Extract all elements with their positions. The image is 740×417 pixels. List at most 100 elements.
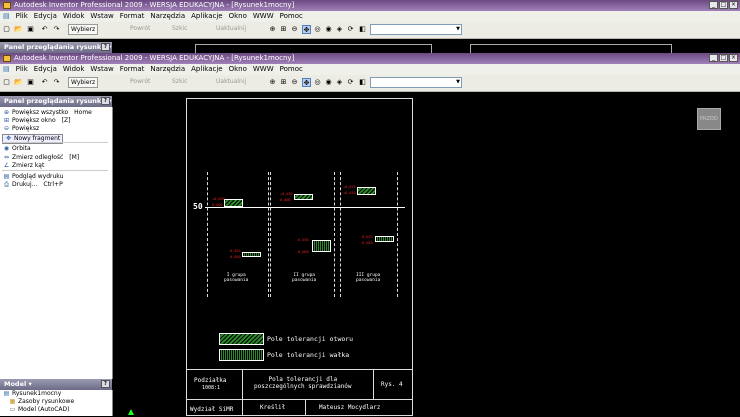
menu-item[interactable]: Widok xyxy=(60,64,88,75)
tree-item-resources[interactable]: ▦ Zasoby rysunkowe xyxy=(9,398,74,406)
browser-item[interactable]: ⊖ Powiększ xyxy=(3,125,39,133)
orbit-icon[interactable]: ◉ xyxy=(324,25,333,34)
model-panel-header: Model ▾ ? xyxy=(0,379,112,390)
zoom-all-icon[interactable]: ⊕ xyxy=(268,78,277,87)
new-icon[interactable]: ▢ xyxy=(2,78,11,87)
save-icon[interactable]: ▣ xyxy=(26,78,35,87)
menu-item[interactable]: WWW xyxy=(250,11,277,22)
maximize-button[interactable]: □ xyxy=(719,1,728,9)
new-icon[interactable]: ▢ xyxy=(2,25,11,34)
update-button[interactable]: Uaktualnij xyxy=(214,24,248,35)
redo-icon[interactable]: ↷ xyxy=(52,25,61,34)
browser-item-label: Powiększ wszystko xyxy=(12,109,69,116)
open-icon[interactable]: 📂 xyxy=(14,25,23,34)
return-button[interactable]: Powrót xyxy=(128,24,152,35)
design-view-dropdown[interactable]: ▼ xyxy=(370,77,462,88)
design-view-icon[interactable]: ◧ xyxy=(358,25,367,34)
browser-item-label: Zmierz odległość xyxy=(12,154,64,161)
sketch-button[interactable]: Szkic xyxy=(170,77,189,88)
undo-icon[interactable]: ↶ xyxy=(40,25,49,34)
group2-dash-left xyxy=(270,172,271,297)
shortcut-label: Ctrl+P xyxy=(43,181,63,188)
front-toolbar: ▢ 📂 ▣ ↶ ↷ Wybierz Powrót Szkic Uaktualnij ⊕ ⊞ ⊖ ✥ ◎ ◉ ◈… xyxy=(0,75,740,92)
design-view-dropdown[interactable]: ▼ xyxy=(370,24,462,35)
browser-item[interactable]: ⎙ Drukuj... Ctrl+P xyxy=(3,181,63,189)
tree-item-model[interactable]: ▭ Model (AutoCAD) xyxy=(9,406,70,414)
app-icon xyxy=(3,2,11,9)
nominal-label: 50 xyxy=(193,202,203,211)
zoom-selected-icon[interactable]: ◎ xyxy=(313,78,322,87)
select-button[interactable]: Wybierz xyxy=(68,24,99,35)
legend-shaft-label: Pole tolerancji wałka xyxy=(267,351,350,359)
sketch-button[interactable]: Szkic xyxy=(170,24,189,35)
menu-item[interactable]: Pomoc xyxy=(277,11,306,22)
browser-item[interactable]: ◉ Orbita xyxy=(3,145,31,153)
browser-item[interactable]: ∠ Zmierz kąt xyxy=(3,162,45,170)
browser-item[interactable]: ⇔ Zmierz odległość [M] xyxy=(3,154,79,162)
menu-item[interactable]: Edycja xyxy=(31,64,60,75)
open-icon[interactable]: 📂 xyxy=(14,78,23,87)
menu-item[interactable]: Wstaw xyxy=(87,64,116,75)
refresh-icon[interactable]: ⟳ xyxy=(346,25,355,34)
close-button[interactable]: × xyxy=(729,1,738,9)
menu-item[interactable]: Pomoc xyxy=(277,64,306,75)
panel-menu-button[interactable]: ? xyxy=(101,43,110,51)
orbit-icon[interactable]: ◉ xyxy=(324,78,333,87)
zoom-icon[interactable]: ⊖ xyxy=(290,78,299,87)
return-button[interactable]: Powrót xyxy=(128,77,152,88)
menu-item[interactable]: Okno xyxy=(226,11,250,22)
shaft-tolerance-bar xyxy=(242,252,261,257)
browser-item[interactable]: ⊞ Powiększ okno [Z] xyxy=(3,117,70,125)
menu-item[interactable]: Plik xyxy=(13,64,31,75)
menu-item[interactable]: Okno xyxy=(226,64,250,75)
back-browser-panel-header: Panel przeglądania rysunku ▾ ? xyxy=(0,42,112,53)
zoom-selected-icon[interactable]: ◎ xyxy=(313,25,322,34)
save-icon[interactable]: ▣ xyxy=(26,25,35,34)
minimize-button[interactable]: _ xyxy=(709,1,718,9)
browser-item-label: Nowy fragment xyxy=(14,135,61,142)
back-panel-title: Panel przeglądania rysunku xyxy=(4,43,106,51)
maximize-button[interactable]: □ xyxy=(719,54,728,62)
menu-item[interactable]: Edycja xyxy=(31,11,60,22)
menu-item[interactable]: Aplikacje xyxy=(188,64,225,75)
menu-item[interactable]: Widok xyxy=(60,11,88,22)
hole-tolerance-bar xyxy=(294,194,313,200)
pan-icon[interactable]: ✥ xyxy=(302,25,311,34)
zoom-window-icon[interactable]: ⊞ xyxy=(279,78,288,87)
browser-item[interactable]: ▤ Podgląd wydruku xyxy=(3,173,64,181)
browser-item[interactable]: ⊕ Powiększ wszystko Home xyxy=(3,109,92,117)
panel-menu-button[interactable]: ? xyxy=(101,97,110,105)
pan-icon[interactable]: ✥ xyxy=(302,78,311,87)
look-at-icon[interactable]: ◈ xyxy=(335,25,344,34)
menu-item[interactable]: Format xyxy=(117,64,148,75)
zoom-window-icon[interactable]: ⊞ xyxy=(279,25,288,34)
refresh-icon[interactable]: ⟳ xyxy=(346,78,355,87)
design-view-icon[interactable]: ◧ xyxy=(358,78,367,87)
zoom-all-icon[interactable]: ⊕ xyxy=(268,25,277,34)
browser-panel-header: Panel przeglądania rysunku ▾ ? xyxy=(0,96,112,107)
print-preview-icon: ▤ xyxy=(3,173,10,180)
back-window-title: Autodesk Inventor Professional 2009 - WE… xyxy=(14,1,295,9)
close-button[interactable]: × xyxy=(729,54,738,62)
select-button[interactable]: Wybierz xyxy=(68,77,99,88)
tree-item-drawing[interactable]: ▤ Rysunek1mocny xyxy=(3,390,62,398)
menu-item[interactable]: Narzędzia xyxy=(147,11,188,22)
redo-icon[interactable]: ↷ xyxy=(52,78,61,87)
browser-item-label: Powiększ xyxy=(12,125,40,132)
menu-item[interactable]: WWW xyxy=(250,64,277,75)
back-sheet-outline-2 xyxy=(470,44,672,53)
model-panel-menu-button[interactable]: ? xyxy=(101,380,110,388)
view-cube[interactable]: PRZÓD xyxy=(697,108,721,130)
group-label: I grupa pasowania xyxy=(224,273,249,283)
menu-item[interactable]: Wstaw xyxy=(87,11,116,22)
menu-item[interactable]: Narzędzia xyxy=(147,64,188,75)
update-button[interactable]: Uaktualnij xyxy=(214,77,248,88)
menu-item[interactable]: Aplikacje xyxy=(188,11,225,22)
separator xyxy=(2,142,108,143)
undo-icon[interactable]: ↶ xyxy=(40,78,49,87)
minimize-button[interactable]: _ xyxy=(709,54,718,62)
look-at-icon[interactable]: ◈ xyxy=(335,78,344,87)
menu-item[interactable]: Format xyxy=(117,11,148,22)
zoom-icon[interactable]: ⊖ xyxy=(290,25,299,34)
menu-item[interactable]: Plik xyxy=(13,11,31,22)
